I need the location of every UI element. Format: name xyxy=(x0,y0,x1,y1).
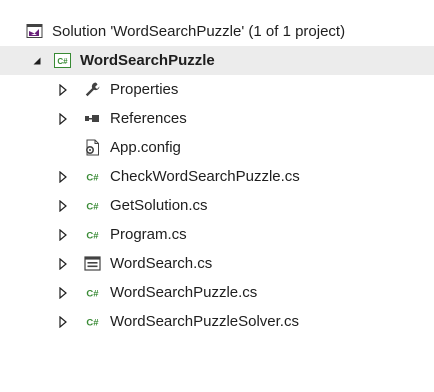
csharp-file-icon: C# xyxy=(84,197,101,214)
form-icon xyxy=(84,255,101,272)
svg-text:C#: C# xyxy=(86,173,99,184)
expanded-arrow-icon[interactable] xyxy=(30,46,44,75)
tree-item-project[interactable]: C# WordSearchPuzzle xyxy=(0,46,434,75)
config-file-icon xyxy=(84,139,101,156)
item-label: Properties xyxy=(110,81,179,98)
wrench-icon xyxy=(84,81,101,98)
item-label: WordSearchPuzzle.cs xyxy=(110,284,258,301)
svg-text:C#: C# xyxy=(86,231,99,242)
item-label: References xyxy=(110,110,187,127)
solution-explorer-tree: Solution 'WordSearchPuzzle' (1 of 1 proj… xyxy=(0,0,434,392)
item-label: WordSearch.cs xyxy=(110,255,213,272)
collapsed-arrow-icon[interactable] xyxy=(56,162,70,191)
csharp-project-icon: C# xyxy=(54,52,71,69)
collapsed-arrow-icon[interactable] xyxy=(56,249,70,278)
item-label: CheckWordSearchPuzzle.cs xyxy=(110,168,300,185)
item-label: App.config xyxy=(110,139,181,156)
tree-item-wordsearch-cs[interactable]: WordSearch.cs xyxy=(0,249,434,278)
item-label: WordSearchPuzzleSolver.cs xyxy=(110,313,299,330)
tree-item-wordsearchpuzzle-cs[interactable]: C# WordSearchPuzzle.cs xyxy=(0,278,434,307)
project-label: WordSearchPuzzle xyxy=(80,52,215,69)
csharp-file-icon: C# xyxy=(84,226,101,243)
svg-text:C#: C# xyxy=(86,202,99,213)
references-icon xyxy=(84,110,101,127)
tree-item-references[interactable]: References xyxy=(0,104,434,133)
item-label: GetSolution.cs xyxy=(110,197,208,214)
csharp-file-icon: C# xyxy=(84,313,101,330)
csharp-file-icon: C# xyxy=(84,284,101,301)
collapsed-arrow-icon[interactable] xyxy=(56,75,70,104)
csharp-file-icon: C# xyxy=(84,168,101,185)
solution-icon xyxy=(26,23,43,40)
svg-text:C#: C# xyxy=(86,289,99,300)
collapsed-arrow-icon[interactable] xyxy=(56,278,70,307)
collapsed-arrow-icon[interactable] xyxy=(56,104,70,133)
tree-item-program-cs[interactable]: C# Program.cs xyxy=(0,220,434,249)
svg-text:C#: C# xyxy=(57,57,68,66)
tree-item-solution[interactable]: Solution 'WordSearchPuzzle' (1 of 1 proj… xyxy=(0,17,434,46)
solution-label: Solution 'WordSearchPuzzle' (1 of 1 proj… xyxy=(52,23,346,40)
tree-item-app-config[interactable]: App.config xyxy=(0,133,434,162)
tree-item-wordsearchpuzzlesolver-cs[interactable]: C# WordSearchPuzzleSolver.cs xyxy=(0,307,434,336)
svg-text:C#: C# xyxy=(86,318,99,329)
item-label: Program.cs xyxy=(110,226,187,243)
collapsed-arrow-icon[interactable] xyxy=(56,191,70,220)
collapsed-arrow-icon[interactable] xyxy=(56,307,70,336)
collapsed-arrow-icon[interactable] xyxy=(56,220,70,249)
tree-item-checkwordsearchpuzzle-cs[interactable]: C# CheckWordSearchPuzzle.cs xyxy=(0,162,434,191)
tree-item-getsolution-cs[interactable]: C# GetSolution.cs xyxy=(0,191,434,220)
tree-item-properties[interactable]: Properties xyxy=(0,75,434,104)
